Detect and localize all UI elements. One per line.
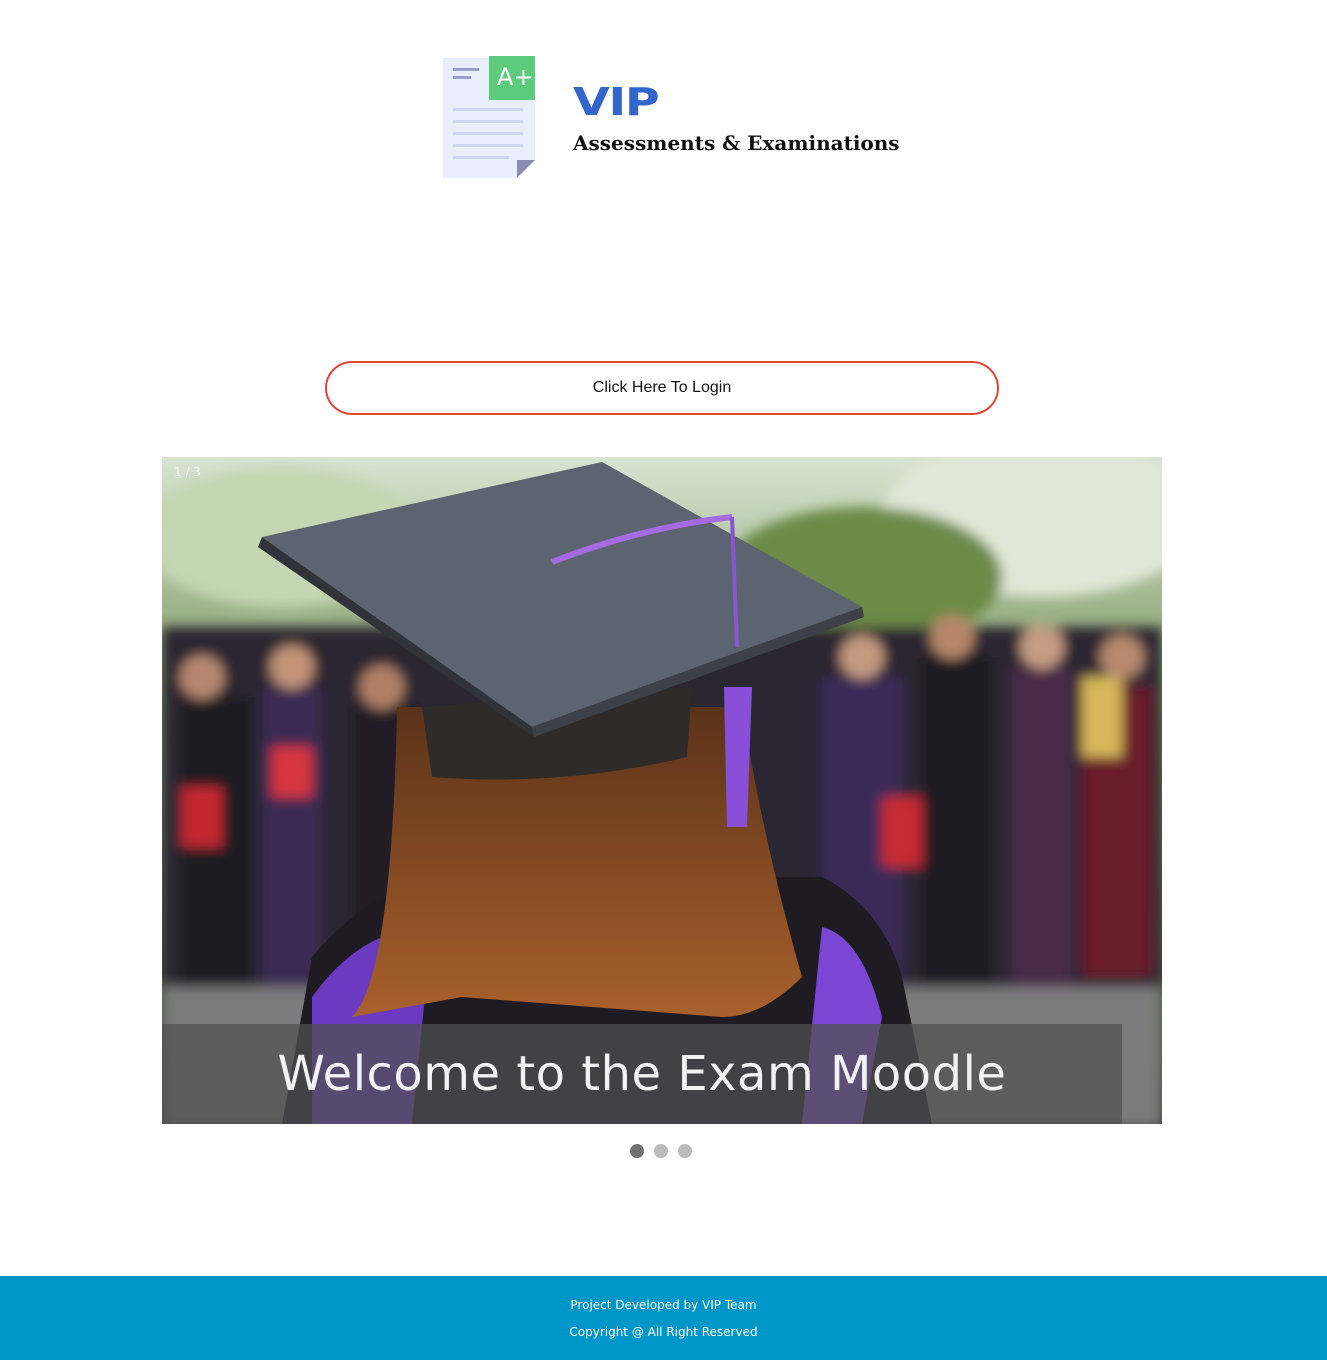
slide-counter: 1 / 3 xyxy=(174,465,201,479)
footer: Project Developed by VIP Team Copyright … xyxy=(0,1276,1327,1360)
site-logo: A+ VIP Assessments & Examinations xyxy=(443,56,903,180)
login-button-label: Click Here To Login xyxy=(592,379,732,396)
slide-caption: Welcome to the Exam Moodle xyxy=(162,1024,1122,1124)
slideshow: 1 / 3 Welcome to the Exam Moodle xyxy=(162,457,1162,1124)
grade-badge-text: A+ xyxy=(497,63,534,91)
login-button[interactable]: Click Here To Login xyxy=(325,361,999,415)
footer-copyright: Copyright @ All Right Reserved xyxy=(569,1324,758,1339)
slide-dots xyxy=(630,1144,692,1158)
footer-credit: Project Developed by VIP Team xyxy=(570,1297,757,1312)
brand-tagline: Assessments & Examinations xyxy=(573,131,900,155)
brand-name: VIP xyxy=(573,80,660,124)
slide-dot-1[interactable] xyxy=(630,1144,644,1158)
slide-dot-2[interactable] xyxy=(654,1144,668,1158)
slide-dot-3[interactable] xyxy=(678,1144,692,1158)
slide-caption-text: Welcome to the Exam Moodle xyxy=(277,1046,1007,1102)
